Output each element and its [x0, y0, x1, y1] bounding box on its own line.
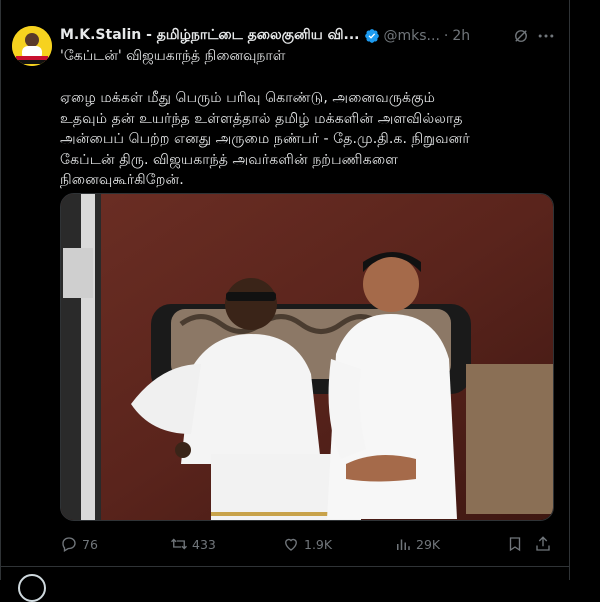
author-name[interactable]: M.K.Stalin - தமிழ்நாட்டை தலைகுனிய வி... [60, 27, 360, 45]
tweet-actions: 76 433 1.9K 29K [60, 532, 554, 556]
reply-count: 76 [82, 536, 98, 552]
share-button[interactable] [534, 532, 556, 556]
share-icon [536, 536, 550, 551]
tweet-header: M.K.Stalin - தமிழ்நாட்டை தலைகுனிய வி... … [60, 26, 560, 46]
reply-icon [62, 537, 76, 552]
views-icon [397, 539, 410, 550]
tweet-subtitle: 'கேப்டன்' விஜயகாந்த் நினைவுநாள் [60, 48, 286, 64]
like-button[interactable]: 1.9K [282, 532, 332, 556]
next-tweet-avatar[interactable] [18, 574, 46, 602]
author-avatar[interactable] [12, 26, 52, 66]
repost-button[interactable]: 433 [170, 532, 216, 556]
views-count: 29K [416, 536, 441, 552]
tweet[interactable]: M.K.Stalin - தமிழ்நாட்டை தலைகுனிய வி... … [0, 0, 570, 602]
more-icon[interactable] [536, 26, 556, 46]
tweet-time[interactable]: 2h [452, 28, 470, 44]
author-handle[interactable]: @mks... [384, 28, 440, 44]
heart-icon [285, 538, 297, 551]
views-button[interactable]: 29K [394, 532, 440, 556]
reply-button[interactable]: 76 [60, 532, 98, 556]
grok-icon[interactable] [512, 27, 530, 45]
tweet-text: ஏழை மக்கள் மீது பெரும் பரிவு கொண்டு, அனை… [60, 90, 470, 188]
bookmark-button[interactable] [506, 532, 528, 556]
repost-icon [171, 538, 187, 550]
tweet-divider [0, 566, 570, 567]
tweet-photo[interactable] [60, 193, 554, 521]
bookmark-icon [509, 537, 521, 552]
like-count: 1.9K [304, 536, 333, 552]
verified-badge-icon [364, 29, 379, 43]
separator-dot: · [443, 28, 449, 44]
repost-count: 433 [192, 536, 216, 552]
